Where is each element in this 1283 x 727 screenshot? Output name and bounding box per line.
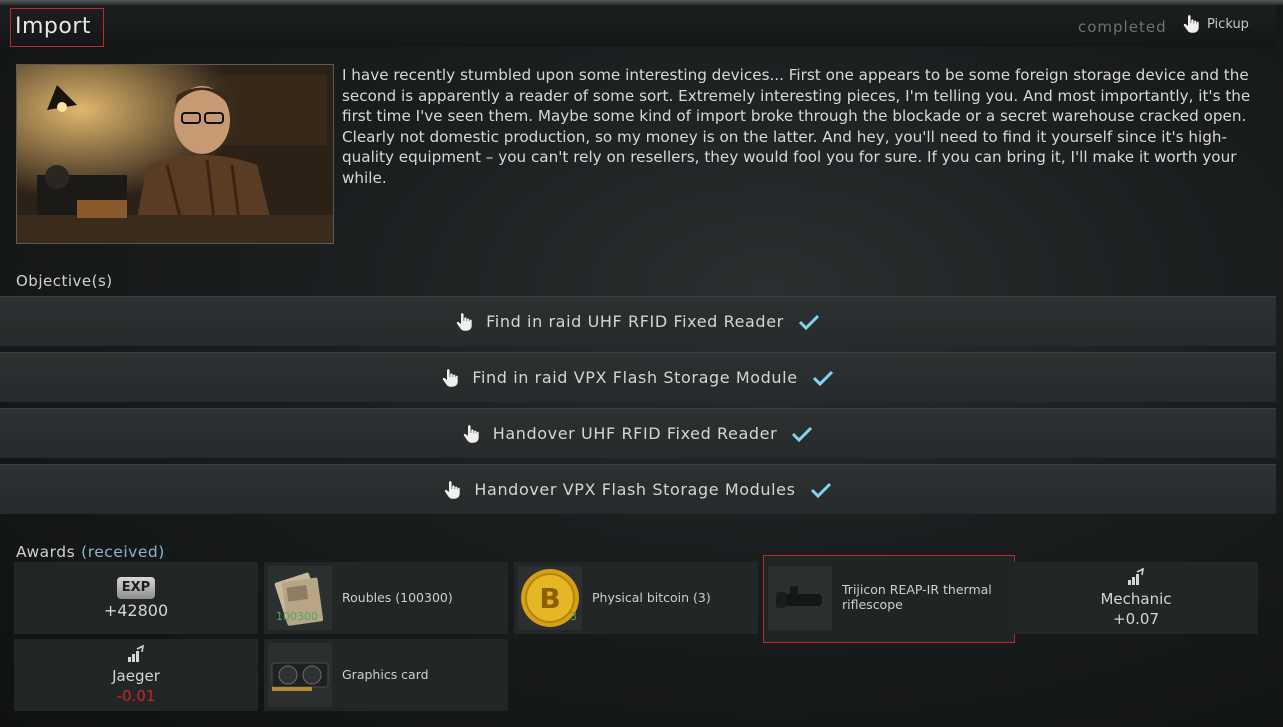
- quest-header: Import completed Pickup: [0, 5, 1276, 47]
- awards-heading: Awards (received): [16, 543, 165, 561]
- award-jaeger-standing[interactable]: Jaeger -0.01: [14, 639, 258, 711]
- objective-row[interactable]: Handover UHF RFID Fixed Reader: [0, 408, 1276, 458]
- checkmark-icon: [810, 482, 831, 498]
- hand-pointer-icon: [463, 424, 479, 443]
- mechanic-value: +0.07: [1113, 610, 1159, 628]
- graphics-card-icon: [268, 643, 332, 707]
- quest-title: Import: [10, 8, 104, 47]
- checkmark-icon: [798, 314, 819, 330]
- hand-pointer-icon: [1183, 15, 1199, 33]
- standing-down-icon: [128, 645, 144, 662]
- quest-status: completed: [1078, 18, 1167, 36]
- bitcoin-qty: 3: [570, 610, 577, 623]
- exp-icon: EXP: [117, 576, 155, 599]
- award-exp[interactable]: EXP +42800: [14, 562, 258, 634]
- awards-received-status: (received): [81, 543, 165, 561]
- award-mechanic-standing[interactable]: Mechanic +0.07: [1014, 562, 1258, 634]
- objective-row[interactable]: Find in raid VPX Flash Storage Module: [0, 352, 1276, 402]
- objective-text: Handover UHF RFID Fixed Reader: [492, 424, 778, 443]
- portrait-image: [17, 65, 333, 243]
- objective-row[interactable]: Find in raid UHF RFID Fixed Reader: [0, 296, 1276, 346]
- mechanic-name: Mechanic: [1100, 590, 1172, 608]
- jaeger-name: Jaeger: [112, 667, 160, 685]
- jaeger-value: -0.01: [116, 687, 156, 705]
- objective-text: Find in raid VPX Flash Storage Module: [472, 368, 798, 387]
- award-graphics-card[interactable]: Graphics card: [264, 639, 508, 711]
- hand-pointer-icon: [456, 312, 472, 331]
- checkmark-icon: [812, 370, 833, 386]
- objective-row[interactable]: Handover VPX Flash Storage Modules: [0, 464, 1276, 514]
- objectives-heading: Objective(s): [16, 272, 113, 290]
- hand-pointer-icon: [445, 480, 461, 499]
- standing-up-icon: [1128, 568, 1144, 585]
- objective-text: Handover VPX Flash Storage Modules: [474, 480, 796, 499]
- pickup-button[interactable]: Pickup: [1183, 15, 1249, 33]
- svg-text:B: B: [539, 582, 560, 615]
- awards-label: Awards: [16, 543, 76, 561]
- award-roubles[interactable]: 100300 Roubles (100300): [264, 562, 508, 634]
- roubles-qty: 100300: [276, 610, 318, 623]
- checkmark-icon: [792, 426, 813, 442]
- quest-description: I have recently stumbled upon some inter…: [342, 66, 1251, 187]
- award-thermal-scope[interactable]: Trijicon REAP-IR thermal riflescope: [763, 555, 1015, 643]
- roubles-label: Roubles (100300): [342, 590, 453, 605]
- hand-pointer-icon: [443, 368, 459, 387]
- objective-text: Find in raid UHF RFID Fixed Reader: [486, 312, 784, 331]
- graphics-card-label: Graphics card: [342, 667, 429, 682]
- scope-label: Trijicon REAP-IR thermal riflescope: [842, 582, 992, 612]
- trader-portrait: [16, 64, 334, 244]
- riflescope-icon: [768, 566, 832, 630]
- exp-value: +42800: [103, 600, 169, 620]
- pickup-label: Pickup: [1207, 16, 1249, 32]
- bitcoin-label: Physical bitcoin (3): [592, 590, 711, 605]
- award-bitcoin[interactable]: B 3 Physical bitcoin (3): [514, 562, 758, 634]
